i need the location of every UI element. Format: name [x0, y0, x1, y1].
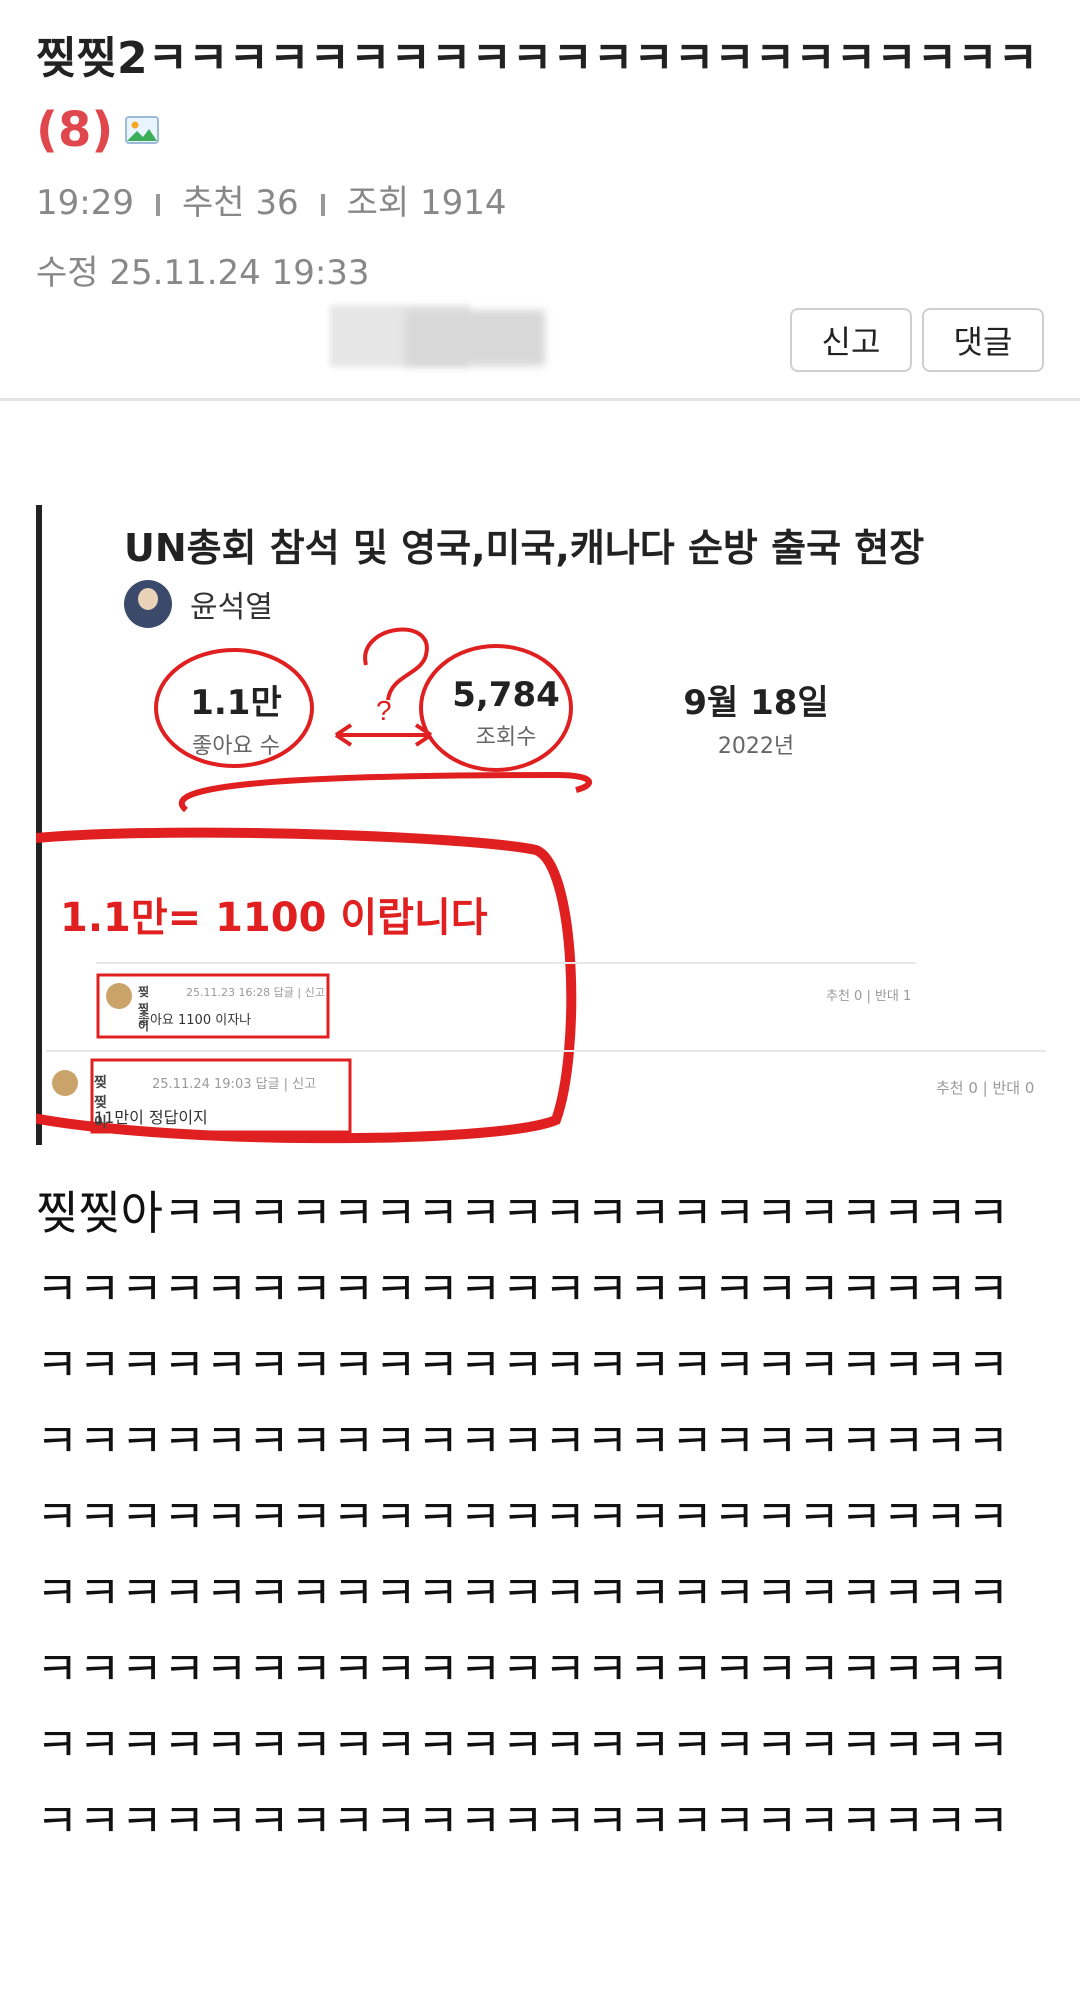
meta-separator: [155, 193, 160, 216]
avatar: [106, 983, 132, 1009]
report-button[interactable]: 신고: [790, 308, 912, 372]
post-edited: 수정 25.11.24 19:33: [36, 253, 370, 293]
comment-meta: 25.11.24 19:03 답글 | 신고: [152, 1077, 317, 1092]
post-views: 조회 1914: [346, 183, 507, 223]
comment1: 찢찢이 25.11.23 16:28 답글 | 신고 좋아요 1100 이자나: [106, 983, 325, 1033]
red-scribble-annotations: ?: [36, 627, 1046, 1144]
annotation-caption: 1.1만= 1100 이랍니다: [60, 895, 488, 941]
meta-separator: [320, 193, 325, 216]
post-title-suffix: (8): [36, 100, 160, 160]
question-mark: ?: [376, 695, 392, 726]
embedded-screenshot: UN총회 참석 및 영국,미국,캐나다 순방 출국 현장 윤석열 1.1만 좋아…: [36, 505, 1056, 1145]
comment2-votes: 추천 0 | 반대 0: [936, 1079, 1035, 1097]
comment-meta: 25.11.23 16:28 답글 | 신고: [186, 986, 325, 999]
likes-circle: [154, 648, 314, 768]
views-circle: [419, 644, 573, 772]
comment-count[interactable]: (8): [36, 102, 113, 158]
post-recommend: 추천 36: [181, 183, 299, 223]
comment-text: 11만이 정답이지: [94, 1108, 208, 1127]
underline-scribble: [178, 771, 593, 813]
post-time: 19:29: [36, 183, 134, 223]
post-meta: 19:29 추천 36 조회 1914: [36, 175, 507, 224]
image-icon: [125, 116, 160, 144]
post-header: 찢찢2ㅋㅋㅋㅋㅋㅋㅋㅋㅋㅋㅋㅋㅋㅋㅋㅋㅋㅋㅋㅋㅋㅋ (8) 19:29 추천 36…: [0, 0, 1080, 401]
post-body: 찢찢아ㅋㅋㅋㅋㅋㅋㅋㅋㅋㅋㅋㅋㅋㅋㅋㅋㅋㅋㅋㅋㅋㅋㅋㅋㅋㅋㅋㅋㅋㅋㅋㅋㅋㅋㅋㅋㅋ…: [36, 1186, 1010, 1848]
comment2: 찢찢이 25.11.24 19:03 답글 | 신고 11만이 정답이지: [52, 1070, 316, 1131]
blurred-area: [405, 310, 545, 366]
header-divider: [0, 398, 1080, 401]
question-curve: [363, 627, 429, 701]
double-arrow: [334, 723, 433, 747]
avatar: [52, 1070, 78, 1096]
post-title: 찢찢2ㅋㅋㅋㅋㅋㅋㅋㅋㅋㅋㅋㅋㅋㅋㅋㅋㅋㅋㅋㅋㅋㅋ: [36, 33, 1039, 84]
comment-button[interactable]: 댓글: [922, 308, 1044, 372]
comment-text: 좋아요 1100 이자나: [138, 1013, 252, 1028]
comment1-votes: 추천 0 | 반대 1: [826, 989, 912, 1004]
